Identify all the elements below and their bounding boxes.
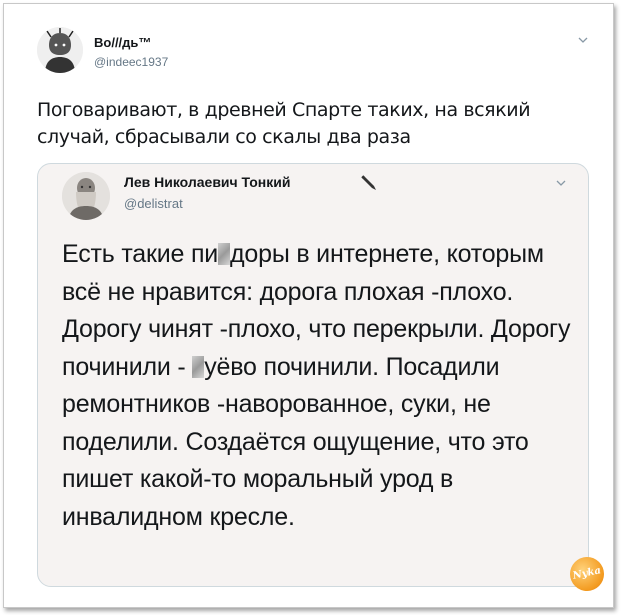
quoted-author-name[interactable]: Лев Николаевич Тонкий — [124, 174, 290, 190]
chevron-down-icon[interactable] — [578, 35, 588, 45]
author-avatar[interactable] — [37, 27, 83, 73]
chevron-down-icon[interactable] — [556, 178, 566, 188]
censor-blur — [218, 243, 231, 265]
author-name[interactable]: Во///дь™ — [94, 35, 151, 50]
quoted-tweet-text: Есть такие пи доры в интернете, которым в… — [62, 236, 572, 536]
quoted-author-handle[interactable]: @delistrat — [124, 196, 183, 211]
tweet-text: Поговаривают, в древней Спарте таких, на… — [37, 99, 531, 148]
tweet-card: Во///дь™ @indeec1937 Поговаривают, в дре… — [3, 3, 614, 608]
quoted-author-avatar[interactable] — [62, 172, 110, 220]
censor-blur — [192, 355, 205, 378]
quoted-tweet[interactable]: Лев Николаевич Тонкий @delistrat Есть та… — [37, 163, 589, 587]
author-handle[interactable]: @indeec1937 — [94, 55, 168, 69]
pen-icon — [361, 175, 376, 190]
quoted-text-part-1: Есть такие пи — [62, 240, 219, 268]
